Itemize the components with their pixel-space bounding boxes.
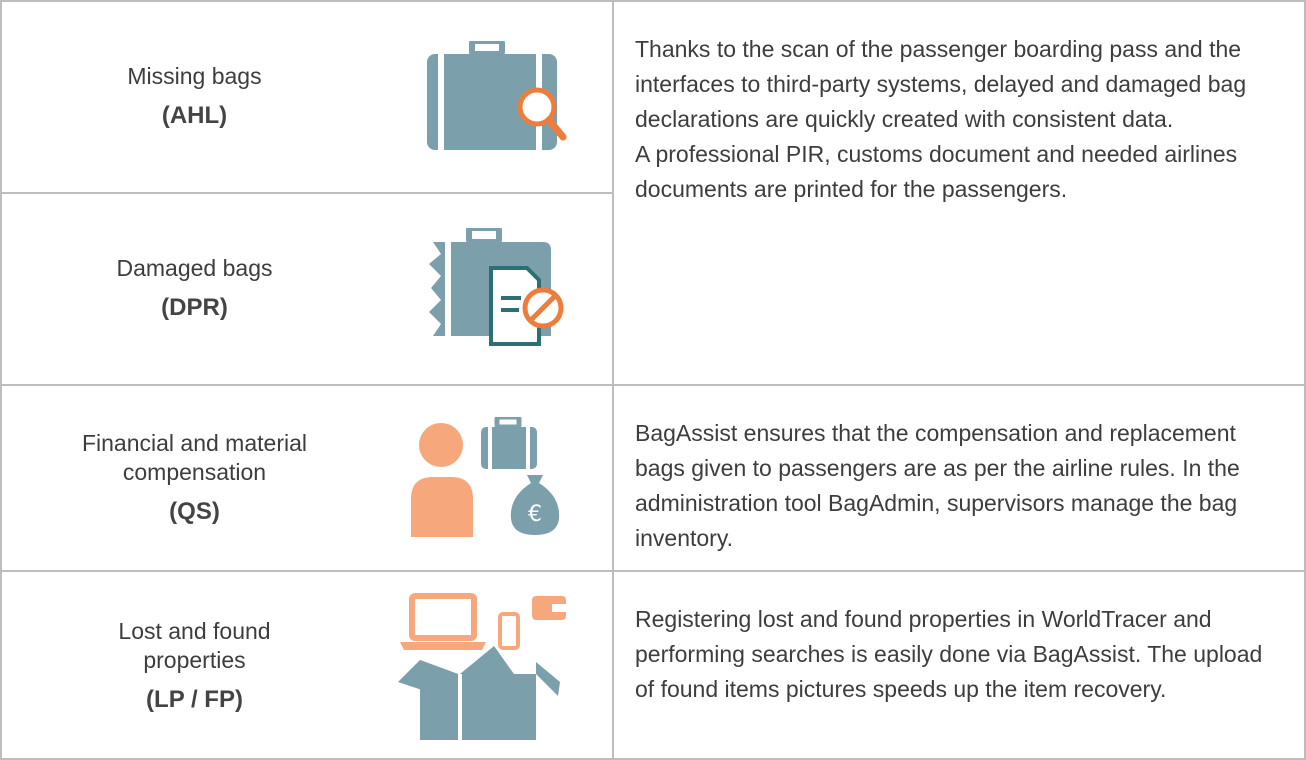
label-text-line2: compensation xyxy=(122,458,267,485)
label-text-line1: Lost and found xyxy=(118,617,271,644)
label-text: Damaged bags xyxy=(116,255,273,281)
row-damaged-bags-label: Damaged bags (DPR) xyxy=(0,192,369,384)
suitcase-search-icon xyxy=(369,0,613,192)
lost-found-description-text: Registering lost and found properties in… xyxy=(635,606,1263,702)
row-compensation-label: Financial and material compensation (QS) xyxy=(0,384,369,570)
feature-table: Missing bags (AHL) Thanks to the scan of… xyxy=(0,0,1306,760)
label-code: (LP / FP) xyxy=(146,685,243,713)
label-code: (QS) xyxy=(169,497,220,525)
table-divider-vertical xyxy=(612,0,614,760)
damaged-suitcase-document-icon xyxy=(369,192,613,384)
table-divider-row3 xyxy=(0,570,1306,572)
bags-description-p1: Thanks to the scan of the passenger boar… xyxy=(635,36,1247,132)
label-text-line1: Financial and material xyxy=(81,429,307,456)
label-text-line2: properties xyxy=(143,646,246,673)
label-code: (AHL) xyxy=(161,102,228,129)
person-suitcase-money-icon: € xyxy=(369,384,613,570)
label-code: (DPR) xyxy=(161,294,228,321)
table-divider-row2 xyxy=(0,384,1306,386)
table-divider-row1 xyxy=(0,192,612,194)
lost-found-description: Registering lost and found properties in… xyxy=(613,570,1306,760)
row-lost-found-label: Lost and found properties (LP / FP) xyxy=(0,570,369,760)
compensation-description-text: BagAssist ensures that the compensation … xyxy=(635,420,1240,551)
row-missing-bags-label: Missing bags (AHL) xyxy=(0,0,369,192)
table-border-left xyxy=(0,0,2,760)
laptop-phone-wallet-box-icon xyxy=(369,570,613,760)
svg-text:€: € xyxy=(528,502,542,527)
table-border-top xyxy=(0,0,1306,2)
bags-description: Thanks to the scan of the passenger boar… xyxy=(613,0,1306,384)
label-text: Missing bags xyxy=(127,63,262,89)
bags-description-p2: A professional PIR, customs document and… xyxy=(635,141,1238,202)
compensation-description: BagAssist ensures that the compensation … xyxy=(613,384,1306,570)
